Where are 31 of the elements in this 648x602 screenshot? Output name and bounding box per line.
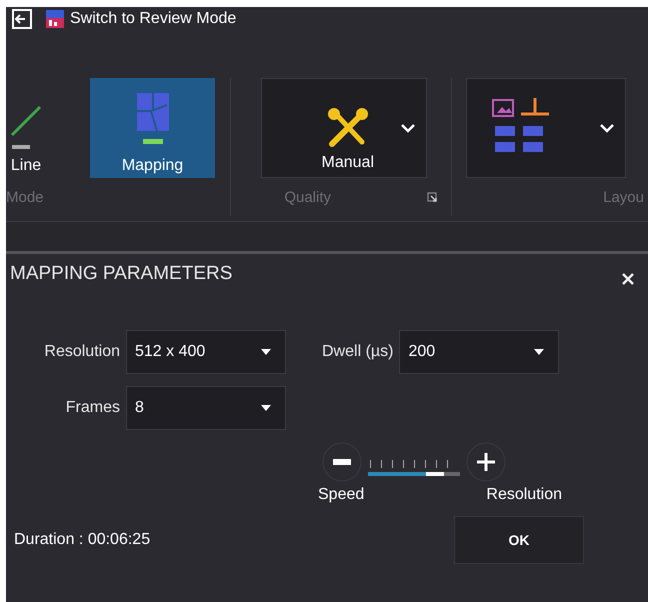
review-mode-button[interactable]: Switch to Review Mode — [46, 10, 236, 28]
slider-thumb[interactable] — [426, 472, 444, 476]
dropdown-field[interactable]: 200 — [399, 330, 560, 374]
field-label: Dwell (µs) — [322, 343, 394, 361]
slider-label: Resolution — [486, 486, 562, 504]
caret-icon — [534, 349, 544, 355]
minus-button[interactable] — [322, 442, 362, 482]
tools-icon — [326, 106, 370, 150]
panel-title: MAPPING PARAMETERS — [10, 263, 232, 285]
caret-icon — [261, 405, 271, 411]
ok-button[interactable]: OK — [454, 516, 584, 564]
exit-icon[interactable] — [12, 9, 32, 29]
mode-button[interactable]: Mapping — [90, 78, 215, 178]
slider-track[interactable] — [368, 472, 460, 476]
field-label: Frames — [64, 399, 120, 417]
dropdown-field[interactable]: 8 — [126, 386, 286, 430]
group-label: Quality — [284, 188, 331, 206]
layout-button[interactable] — [466, 78, 626, 178]
dropdown-field[interactable]: 512 x 400 — [126, 330, 286, 374]
group-label: Mode — [6, 188, 44, 206]
slider-label: Speed — [318, 486, 364, 504]
chart-icon — [46, 10, 64, 28]
mode-button[interactable]: Line — [6, 78, 46, 178]
close-icon[interactable] — [621, 272, 635, 286]
caret-icon — [261, 349, 271, 355]
duration-text: Duration : 00:06:25 — [14, 531, 150, 549]
quality-button[interactable]: Manual — [261, 78, 427, 178]
field-label: Resolution — [43, 343, 120, 361]
plus-button[interactable] — [466, 442, 506, 482]
launcher-icon[interactable] — [427, 192, 437, 202]
group-label: Layou — [603, 188, 644, 206]
